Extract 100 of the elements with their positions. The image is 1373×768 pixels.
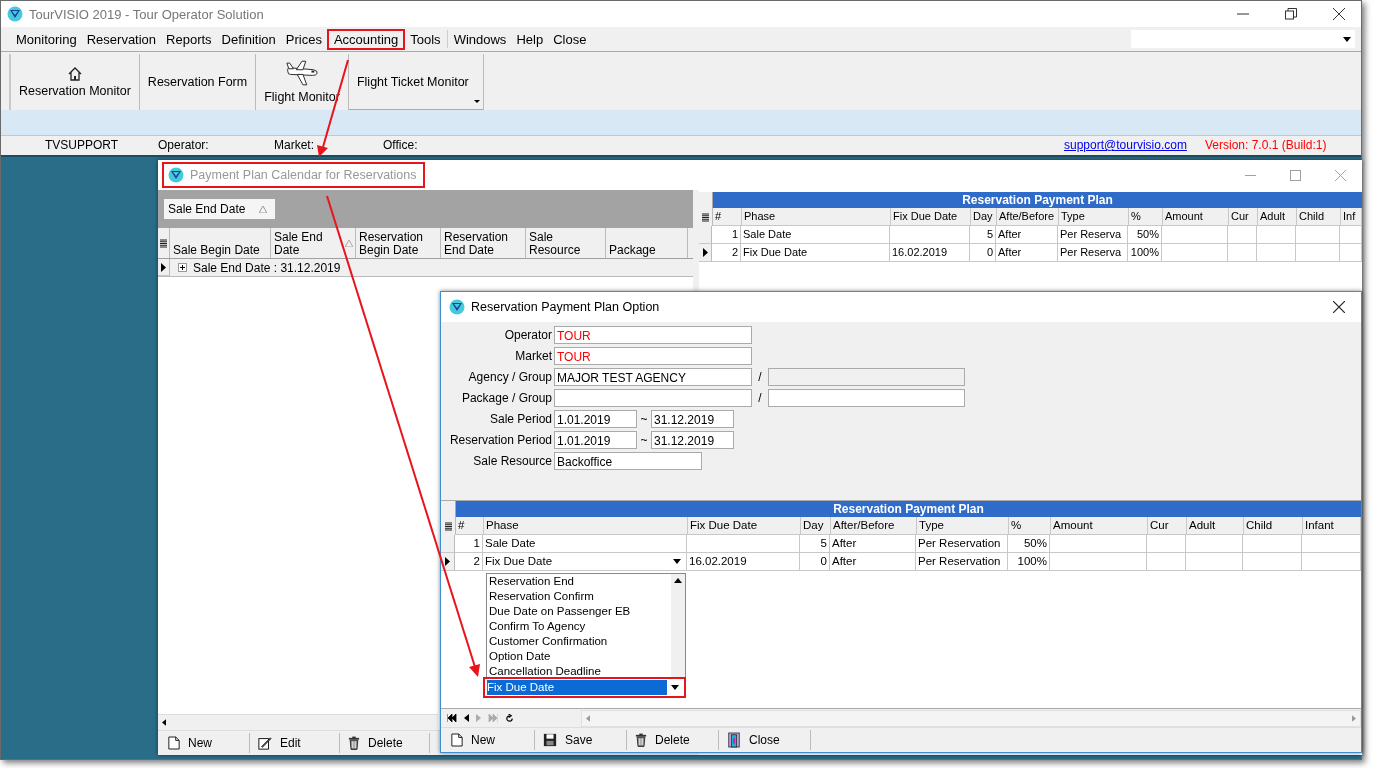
column-header[interactable]: % bbox=[1009, 517, 1051, 535]
column-header[interactable]: Child bbox=[1297, 208, 1341, 226]
column-header[interactable]: Day bbox=[801, 517, 831, 535]
column-header[interactable]: Inf bbox=[1341, 208, 1362, 226]
list-option[interactable]: Customer Confirmation bbox=[489, 634, 671, 649]
menu-item[interactable]: Tools bbox=[405, 30, 446, 48]
status-text: TVSUPPORT bbox=[45, 138, 119, 152]
input-field[interactable] bbox=[554, 388, 752, 407]
vertical-scrollbar[interactable] bbox=[671, 574, 685, 677]
menu-item[interactable]: Reports bbox=[161, 30, 217, 48]
list-option[interactable]: Reservation End bbox=[489, 574, 671, 589]
table-cell: Per Reservation bbox=[916, 535, 1008, 553]
table-cell: Sale Date bbox=[741, 226, 890, 244]
airplane-icon bbox=[285, 60, 320, 87]
menu-item[interactable]: Close bbox=[548, 30, 592, 48]
column-header[interactable]: Sale Resource bbox=[526, 228, 606, 258]
refresh-icon[interactable] bbox=[505, 713, 514, 723]
list-option[interactable]: Cancellation Deadline bbox=[489, 664, 671, 677]
input-field[interactable]: TOUR bbox=[554, 346, 752, 365]
column-header[interactable]: # bbox=[713, 208, 742, 226]
input-field[interactable]: TOUR bbox=[554, 325, 752, 344]
previous-record-icon[interactable] bbox=[464, 714, 469, 722]
expand-icon[interactable] bbox=[178, 263, 187, 272]
column-header[interactable]: Reservation Begin Date bbox=[356, 228, 441, 258]
restore-icon[interactable] bbox=[1285, 8, 1297, 20]
column-header[interactable]: Fix Due Date bbox=[688, 517, 801, 535]
column-header[interactable]: Day bbox=[971, 208, 997, 226]
table-cell: 0 bbox=[970, 244, 996, 262]
column-chooser-icon[interactable] bbox=[702, 212, 709, 222]
column-header[interactable]: Amount bbox=[1051, 517, 1148, 535]
input-field[interactable]: MAJOR TEST AGENCY bbox=[554, 367, 752, 386]
input-field[interactable]: 1.01.2019 bbox=[554, 430, 637, 449]
table-cell: 5 bbox=[800, 535, 830, 553]
table-cell bbox=[1162, 244, 1228, 262]
horizontal-scrollbar[interactable] bbox=[581, 709, 1361, 727]
dropdown-field[interactable]: Fix Due Date bbox=[483, 553, 687, 571]
input-field[interactable]: Backoffice bbox=[554, 451, 702, 470]
column-chooser-icon[interactable] bbox=[160, 238, 167, 248]
menu-item[interactable]: Prices bbox=[280, 30, 327, 48]
column-header[interactable]: Fix Due Date bbox=[891, 208, 971, 226]
menu-item[interactable]: Help bbox=[511, 30, 549, 48]
last-record-icon[interactable] bbox=[488, 714, 498, 722]
column-header[interactable]: Package bbox=[606, 228, 688, 258]
table-cell: Fix Due Date bbox=[741, 244, 890, 262]
field-label: Reservation Period bbox=[448, 432, 553, 447]
column-header[interactable]: Reservation End Date bbox=[441, 228, 526, 258]
horizontal-scrollbar[interactable] bbox=[158, 714, 438, 730]
column-header[interactable]: Type bbox=[1059, 208, 1129, 226]
menu-item[interactable]: Monitoring bbox=[11, 30, 82, 48]
table-cell: Per Reserva bbox=[1058, 244, 1128, 262]
group-by-chip[interactable]: Sale End Date bbox=[164, 199, 276, 219]
column-header[interactable]: Amount bbox=[1163, 208, 1229, 226]
dropdown-arrow-icon bbox=[1343, 36, 1351, 42]
close-icon[interactable] bbox=[1333, 8, 1345, 20]
list-option[interactable]: Due Date on Passenger EB bbox=[489, 604, 671, 619]
current-row-icon bbox=[702, 248, 708, 257]
column-header[interactable]: After/Before bbox=[831, 517, 917, 535]
column-header[interactable]: Phase bbox=[484, 517, 688, 535]
column-header[interactable]: Phase bbox=[742, 208, 891, 226]
table-cell bbox=[1228, 244, 1257, 262]
dropdown-list[interactable]: Reservation End Reservation Confirm Due Date on Passenger EB Confirm To Agency Customer Confirmation Option Date Cancellation Deadline bbox=[486, 573, 686, 677]
column-header[interactable]: Afte/Before bbox=[997, 208, 1059, 226]
grid-title-bar: Reservation Payment Plan bbox=[712, 192, 1362, 208]
column-header[interactable]: % bbox=[1129, 208, 1163, 226]
column-chooser-icon[interactable] bbox=[444, 521, 452, 531]
column-header[interactable]: # bbox=[456, 517, 484, 535]
list-option[interactable]: Reservation Confirm bbox=[489, 589, 671, 604]
column-header[interactable]: Cur bbox=[1148, 517, 1187, 535]
table-cell: 1 bbox=[712, 226, 741, 244]
email-link[interactable]: support@tourvisio.com bbox=[1064, 138, 1187, 152]
table-cell bbox=[1186, 535, 1243, 553]
close-icon[interactable] bbox=[1333, 301, 1345, 313]
menu-item[interactable]: Reservation bbox=[81, 30, 162, 48]
column-header[interactable]: Sale Begin Date bbox=[170, 228, 271, 258]
scroll-up-icon[interactable] bbox=[674, 578, 682, 583]
dropdown-arrow-icon[interactable] bbox=[473, 100, 480, 103]
scroll-left-icon[interactable] bbox=[162, 719, 166, 726]
menu-item[interactable]: Definition bbox=[216, 30, 281, 48]
column-header[interactable]: Infant bbox=[1303, 517, 1361, 535]
row-header[interactable] bbox=[699, 244, 712, 262]
scroll-right-icon[interactable] bbox=[1352, 714, 1356, 722]
column-header[interactable]: Child bbox=[1244, 517, 1303, 535]
input-field[interactable]: 31.12.2019 bbox=[651, 409, 734, 428]
table-cell bbox=[1147, 553, 1186, 571]
column-header[interactable]: Sale End Date bbox=[271, 228, 356, 258]
list-option[interactable]: Option Date bbox=[489, 649, 671, 664]
toolbar-button[interactable]: Flight Ticket Monitor bbox=[348, 54, 484, 110]
menu-item[interactable]: Accounting bbox=[328, 30, 404, 48]
input-field[interactable] bbox=[768, 388, 965, 407]
column-header[interactable]: Type bbox=[917, 517, 1009, 535]
next-record-icon[interactable] bbox=[476, 714, 481, 722]
column-header[interactable]: Adult bbox=[1187, 517, 1244, 535]
column-header[interactable]: Cur bbox=[1229, 208, 1258, 226]
input-field[interactable]: 1.01.2019 bbox=[554, 409, 637, 428]
maximize-icon[interactable] bbox=[1290, 169, 1301, 181]
menu-item[interactable]: Windows bbox=[448, 30, 512, 48]
first-record-icon[interactable] bbox=[447, 714, 457, 722]
input-field[interactable]: 31.12.2019 bbox=[651, 430, 734, 449]
column-header[interactable]: Adult bbox=[1258, 208, 1297, 226]
list-option[interactable]: Confirm To Agency bbox=[489, 619, 671, 634]
